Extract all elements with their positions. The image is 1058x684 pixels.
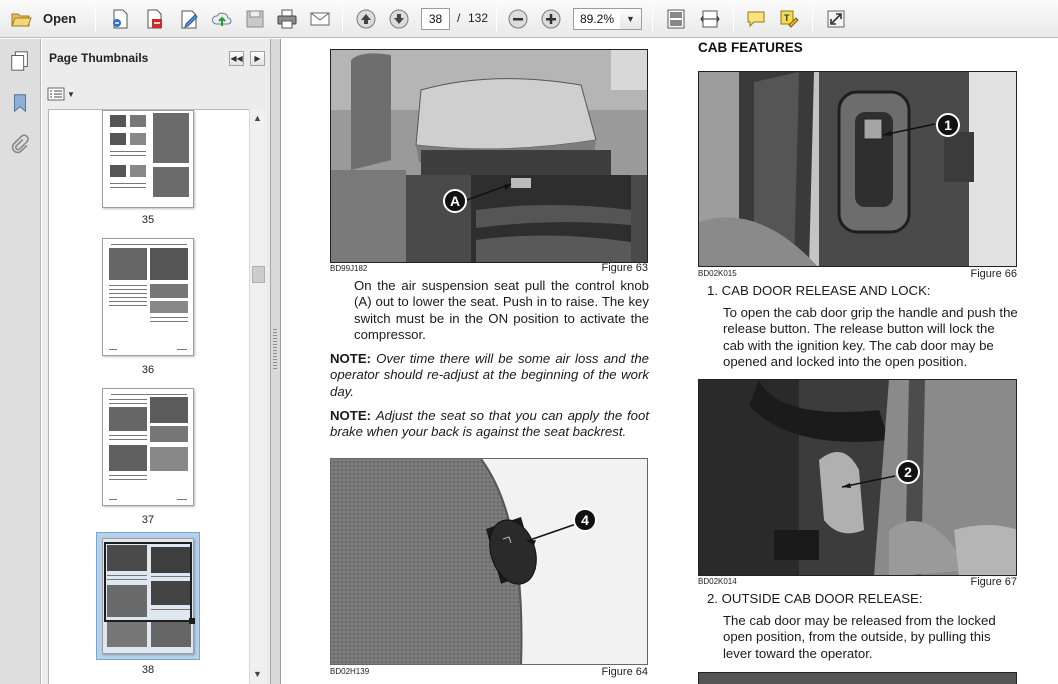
figure-66-label: Figure 66 [970, 268, 1017, 280]
next-figure-photo [698, 672, 1017, 684]
zoom-dropdown-icon[interactable]: ▼ [620, 8, 642, 30]
figure-67-code: BD02K014 [698, 577, 737, 586]
highlight-icon[interactable]: T [777, 7, 801, 31]
email-icon[interactable] [308, 7, 332, 31]
zoom-input[interactable]: 89.2% [573, 8, 621, 30]
document-view: A BD99J182 Figure 63 On the air suspensi… [282, 39, 1058, 684]
item-1-title: 1. CAB DOOR RELEASE AND LOCK: [707, 283, 931, 298]
fit-width-icon[interactable] [698, 7, 722, 31]
page-separator: / [457, 11, 461, 25]
thumbnail-label: 36 [141, 364, 155, 376]
fit-page-icon[interactable] [664, 7, 688, 31]
upload-icon[interactable] [210, 7, 234, 31]
panel-title: Page Thumbnails [49, 51, 149, 65]
edit-icon[interactable] [177, 7, 201, 31]
figure-63-label: Figure 63 [601, 262, 648, 274]
seat-instructions: On the air suspension seat pull the cont… [354, 278, 649, 343]
toolbar: Open 38 / 132 89.2% ▼ T [0, 0, 1058, 38]
save-icon[interactable] [243, 7, 267, 31]
panel-menu-icon[interactable]: ▶ [250, 51, 265, 66]
item-1-text: To open the cab door grip the handle and… [723, 305, 1018, 370]
callout-a: A [443, 189, 467, 213]
figure-66-photo [698, 71, 1017, 267]
figure-64-photo [330, 458, 648, 665]
thumbnail-page-35[interactable] [102, 110, 194, 208]
thumbnail-label: 37 [141, 514, 155, 526]
thumbnail-label: 38 [141, 664, 155, 676]
open-folder-icon[interactable] [9, 7, 33, 31]
figure-63-photo [330, 49, 648, 263]
page-number-input[interactable]: 38 [421, 8, 450, 30]
note-label: NOTE: [330, 408, 372, 423]
panel-header: Page Thumbnails ◀◀ ▶ [42, 39, 271, 79]
panel-splitter[interactable] [271, 39, 281, 684]
thumbnail-page-38[interactable] [102, 538, 195, 654]
note-text: Adjust the seat so that you can apply th… [330, 408, 649, 440]
scroll-up-icon[interactable]: ▲ [253, 113, 262, 123]
comment-icon[interactable] [744, 7, 768, 31]
callout-2: 2 [896, 460, 920, 484]
svg-text:T: T [784, 13, 790, 23]
figure-64-code: BD02H139 [330, 667, 370, 676]
navigation-rail [0, 39, 41, 684]
thumbnail-page-37[interactable] [102, 388, 194, 506]
note-text: Over time there will be some air loss an… [330, 351, 649, 399]
thumbnail-list: 35 36 37 38 [48, 109, 254, 684]
export-pdf-icon[interactable] [142, 7, 166, 31]
thumbnail-scrollbar[interactable]: ▲ ▼ [249, 109, 266, 684]
thumbnail-page-36[interactable] [102, 238, 194, 356]
scrollbar-thumb[interactable] [252, 266, 265, 283]
note-label: NOTE: [330, 351, 372, 366]
figure-67-label: Figure 67 [970, 576, 1017, 588]
figure-66-code: BD02K015 [698, 269, 737, 278]
section-heading: CAB FEATURES [698, 40, 803, 55]
print-icon[interactable] [275, 7, 299, 31]
collapse-panel-icon[interactable]: ◀◀ [229, 51, 244, 66]
item-2-title: 2. OUTSIDE CAB DOOR RELEASE: [707, 591, 923, 606]
thumbnail-label: 35 [141, 214, 155, 226]
page-total: 132 [468, 11, 489, 25]
thumbnail-panel: Page Thumbnails ◀◀ ▶ ▼ 35 36 37 38 ▲ ▼ [42, 39, 271, 684]
zoom-in-icon[interactable] [539, 7, 563, 31]
page-down-icon[interactable] [387, 7, 411, 31]
create-pdf-icon[interactable] [108, 7, 132, 31]
thumbnail-options-icon[interactable]: ▼ [47, 85, 75, 103]
open-button-label[interactable]: Open [43, 11, 76, 26]
callout-4: 4 [573, 508, 597, 532]
figure-64-label: Figure 64 [601, 666, 648, 678]
scroll-down-icon[interactable]: ▼ [253, 669, 262, 679]
item-2-text: The cab door may be released from the lo… [723, 613, 996, 661]
figure-67-photo [698, 379, 1017, 576]
note-air-loss: NOTE: Over time there will be some air l… [330, 351, 649, 400]
callout-1: 1 [936, 113, 960, 137]
zoom-out-icon[interactable] [506, 7, 530, 31]
figure-63-code: BD99J182 [330, 264, 368, 273]
expand-icon[interactable] [824, 7, 848, 31]
pages-icon[interactable] [6, 47, 34, 75]
note-seat-adjust: NOTE: Adjust the seat so that you can ap… [330, 408, 649, 441]
page-up-icon[interactable] [354, 7, 378, 31]
bookmark-icon[interactable] [6, 89, 34, 117]
attachment-icon[interactable] [6, 131, 34, 159]
